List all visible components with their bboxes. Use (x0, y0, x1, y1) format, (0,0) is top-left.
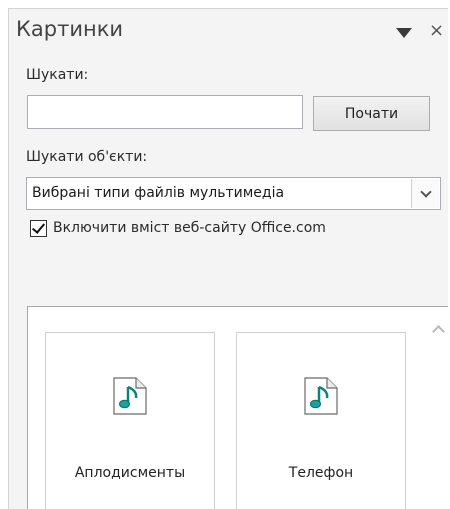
dropdown-triangle-icon[interactable] (396, 28, 412, 38)
chevron-down-icon (419, 185, 432, 198)
pane-header: Картинки × (9, 9, 448, 55)
results-list[interactable]: Аплодисменты Телефон (27, 306, 448, 509)
office-content-label: Включити вміст веб-сайту Office.com (53, 220, 326, 236)
result-tile[interactable]: Аплодисменты (45, 332, 215, 509)
search-label: Шукати: (26, 67, 89, 83)
select-dropdown-button[interactable] (411, 179, 439, 208)
media-type-select[interactable]: Вибрані типи файлів мультимедіа (26, 177, 441, 210)
result-tile[interactable]: Телефон (236, 332, 406, 509)
office-content-option[interactable]: Включити вміст веб-сайту Office.com (30, 218, 326, 238)
start-search-button[interactable]: Почати (313, 96, 430, 131)
result-label: Телефон (288, 465, 354, 481)
clip-art-pane: Картинки × Шукати: Почати Шукати об'єкти… (8, 8, 448, 509)
media-type-selected: Вибрані типи файлів мультимедіа (32, 185, 285, 201)
audio-file-icon (304, 377, 338, 419)
scroll-up-arrow-icon[interactable] (432, 325, 445, 338)
audio-file-icon (113, 377, 147, 419)
search-input[interactable] (27, 95, 303, 129)
pane-title: Картинки (16, 17, 124, 41)
filter-label: Шукати об'єкти: (26, 149, 148, 165)
close-icon[interactable]: × (429, 21, 444, 41)
result-label: Аплодисменты (74, 465, 186, 481)
office-content-checkbox[interactable] (30, 219, 47, 237)
